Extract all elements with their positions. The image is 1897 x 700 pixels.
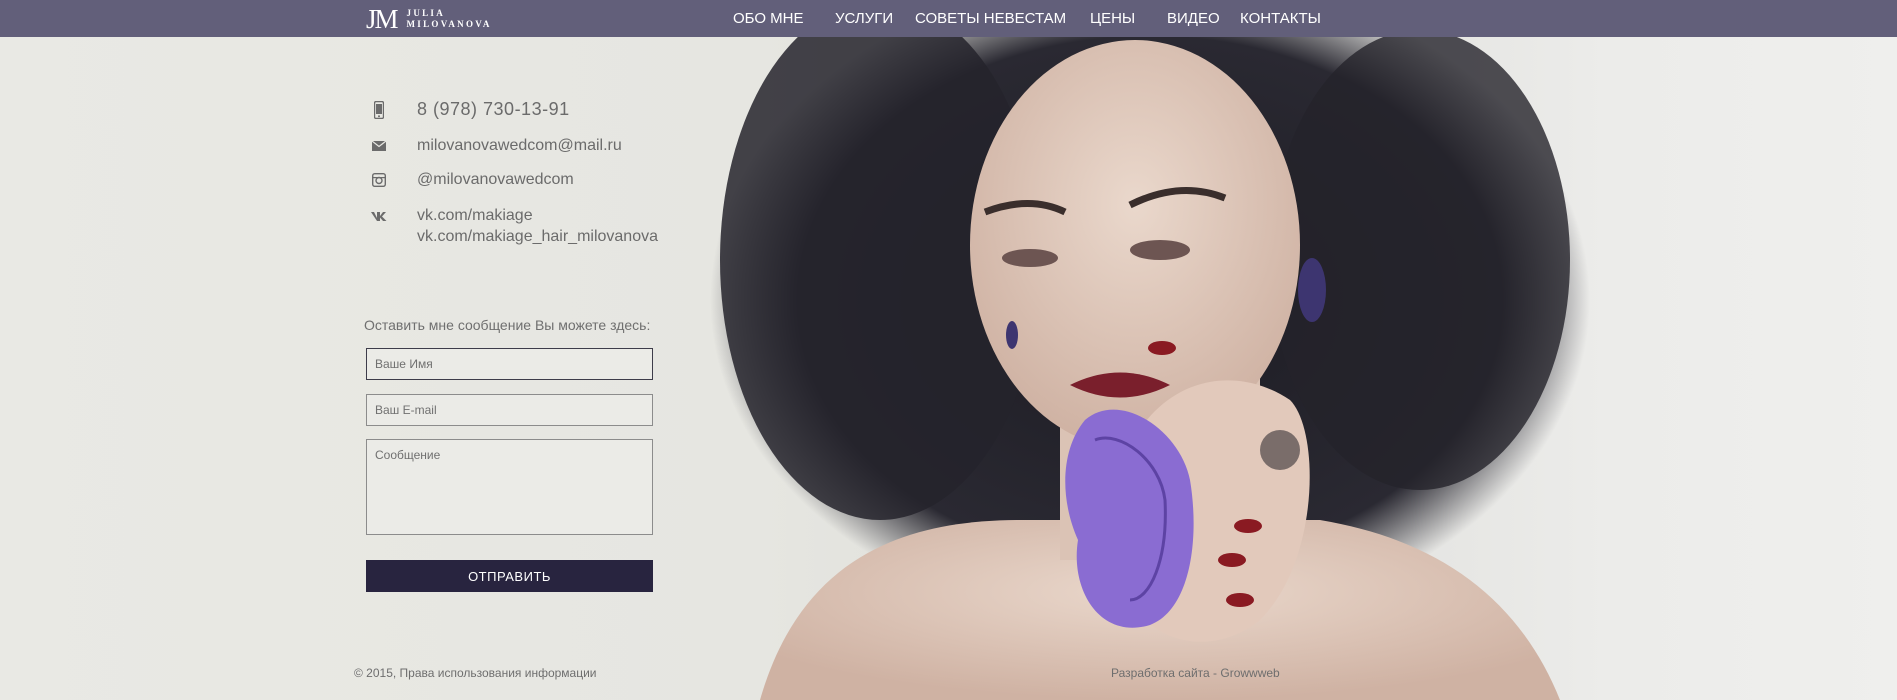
- phone-number[interactable]: 8 (978) 730-13-91: [417, 99, 570, 120]
- hero-photo: [0, 0, 1897, 700]
- nav-item-video[interactable]: ВИДЕО: [1167, 10, 1220, 27]
- nav-item-prices[interactable]: ЦЕНЫ: [1090, 10, 1135, 27]
- vk-link-makiage[interactable]: vk.com/makiage: [417, 207, 533, 225]
- email-field[interactable]: [366, 394, 653, 426]
- vk-icon: [370, 207, 388, 225]
- submit-button[interactable]: ОТПРАВИТЬ: [366, 560, 653, 592]
- footer-developer[interactable]: Разработка сайта - Growwweb: [1111, 666, 1280, 680]
- top-navbar: JM JULIA MILOVANOVA ОБО МНЕ УСЛУГИ СОВЕТ…: [0, 0, 1897, 37]
- nav-item-brides-tips[interactable]: СОВЕТЫ НЕВЕСТАМ: [915, 10, 1066, 27]
- instagram-link[interactable]: @milovanovawedcom: [417, 171, 574, 189]
- logo-name-first: JULIA: [406, 8, 446, 18]
- name-field[interactable]: [366, 348, 653, 380]
- vk-link-hair[interactable]: vk.com/makiage_hair_milovanova: [417, 228, 658, 246]
- instagram-icon: [370, 171, 388, 189]
- message-field[interactable]: [366, 439, 653, 535]
- logo-name: JULIA MILOVANOVA: [407, 8, 492, 30]
- logo-name-last: MILOVANOVA: [406, 19, 492, 29]
- site-logo[interactable]: JM JULIA MILOVANOVA: [366, 4, 492, 34]
- nav-item-services[interactable]: УСЛУГИ: [835, 10, 893, 27]
- nav-item-about[interactable]: ОБО МНЕ: [733, 10, 804, 27]
- mail-icon: [370, 137, 388, 155]
- logo-monogram: JM: [366, 4, 398, 34]
- email-link[interactable]: milovanovawedcom@mail.ru: [417, 137, 622, 155]
- phone-icon: [370, 101, 388, 119]
- model-portrait-image: [710, 0, 1590, 700]
- nav-item-contacts[interactable]: КОНТАКТЫ: [1240, 10, 1321, 27]
- footer-copyright[interactable]: © 2015, Права использования информации: [354, 666, 597, 680]
- form-caption: Оставить мне сообщение Вы можете здесь:: [364, 317, 651, 333]
